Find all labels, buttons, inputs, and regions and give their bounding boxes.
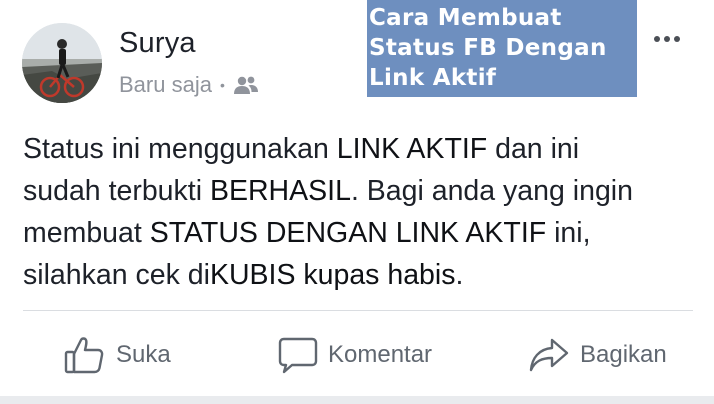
text-run: ini, (546, 217, 591, 249)
overlay-line: Link Aktif (369, 65, 497, 91)
comment-button[interactable]: Komentar (278, 332, 432, 378)
more-options-button[interactable] (645, 24, 689, 54)
comment-label: Komentar (328, 341, 433, 368)
share-icon (529, 338, 569, 372)
post-meta: Baru saja • (119, 70, 259, 100)
text-run: Status ini menggunakan (23, 133, 337, 165)
share-label: Bagikan (580, 341, 667, 368)
like-button[interactable]: Suka (64, 332, 171, 378)
avatar-photo (22, 23, 102, 103)
overlay-line: Cara Membuat (369, 5, 562, 31)
profile-link[interactable]: KUBIS kupas habis (210, 259, 456, 291)
highlight-text: LINK AKTIF (336, 133, 488, 165)
author-name[interactable]: Surya (119, 25, 196, 61)
post-text-line: silahkan cek diKUBIS kupas habis. (23, 254, 693, 296)
text-run: dan ini (487, 133, 580, 165)
comment-icon (278, 337, 318, 374)
title-overlay-banner: Cara Membuat Status FB Dengan Link Aktif (367, 0, 637, 97)
share-button[interactable]: Bagikan (528, 332, 667, 378)
dot-icon (654, 36, 660, 42)
post-text: Status ini menggunakan LINK AKTIF dan in… (23, 128, 693, 296)
meta-separator: • (219, 77, 225, 93)
friends-icon[interactable] (233, 75, 259, 95)
avatar[interactable] (22, 23, 102, 103)
text-run: membuat (23, 217, 150, 249)
thumbs-up-icon (64, 337, 104, 374)
feed-separator (0, 396, 714, 404)
highlight-text: BERHASIL (209, 175, 351, 207)
text-run: silahkan cek di (23, 259, 210, 291)
post-text-line: Status ini menggunakan LINK AKTIF dan in… (23, 128, 693, 170)
post-text-line: sudah terbukti BERHASIL. Bagi anda yang … (23, 170, 693, 212)
actions-divider (23, 310, 693, 311)
dot-icon (664, 36, 670, 42)
dot-icon (674, 36, 680, 42)
like-label: Suka (116, 341, 171, 368)
post-timestamp[interactable]: Baru saja (119, 72, 212, 98)
text-run: sudah terbukti (23, 175, 210, 207)
overlay-line: Status FB Dengan (369, 35, 607, 61)
post-actions: Suka Komentar Bagikan (0, 320, 714, 392)
post-text-line: membuat STATUS DENGAN LINK AKTIF ini, (23, 212, 693, 254)
text-run: . Bagi anda yang ingin (350, 175, 633, 207)
text-run: . (455, 259, 464, 291)
highlight-text: STATUS DENGAN LINK AKTIF (149, 217, 547, 249)
